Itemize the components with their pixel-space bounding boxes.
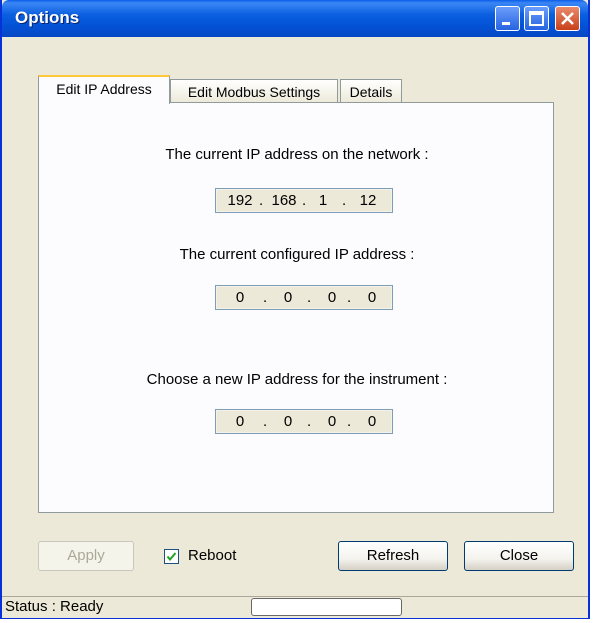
ip-dot: .	[263, 413, 268, 430]
ip-dot: .	[342, 192, 347, 209]
close-icon	[561, 12, 574, 25]
ip-octet: 0	[367, 289, 377, 306]
configured-ip-label: The current configured IP address :	[179, 246, 415, 263]
ip-octet-input[interactable]: 0	[316, 410, 348, 433]
close-window-button[interactable]	[555, 6, 580, 31]
minimize-button[interactable]	[495, 6, 520, 31]
ip-octet: 168	[271, 192, 297, 209]
tab-details[interactable]: Details	[340, 79, 402, 103]
tab-edit-ip-address[interactable]: Edit IP Address	[38, 75, 170, 104]
current-ip-field: 192 . 168 . 1 . 12	[215, 188, 393, 213]
close-button[interactable]: Close	[464, 541, 574, 571]
ip-octet-input[interactable]: 0	[224, 410, 256, 433]
ip-octet: 192	[227, 192, 253, 209]
ip-dot: .	[263, 289, 268, 306]
ip-octet: 0	[327, 289, 337, 306]
minimize-icon	[502, 22, 510, 25]
ip-address-panel: The current IP address on the network : …	[38, 102, 554, 513]
ip-dot: .	[259, 192, 264, 209]
ip-octet: 0	[283, 289, 293, 306]
ip-dot: .	[347, 289, 352, 306]
ip-dot: .	[307, 413, 312, 430]
reboot-label[interactable]: Reboot	[188, 547, 236, 564]
progress-bar	[251, 598, 402, 616]
checkmark-icon	[166, 552, 177, 562]
tab-edit-modbus-settings[interactable]: Edit Modbus Settings	[170, 79, 338, 103]
ip-dot: .	[302, 192, 307, 209]
window-title: Options	[15, 8, 80, 27]
options-window: Options Edit IP Address Edit Modbus Sett…	[0, 0, 590, 619]
configured-ip-field: 0 . 0 . 0 . 0	[215, 285, 393, 310]
ip-octet: 1	[318, 192, 328, 209]
reboot-checkbox[interactable]	[164, 549, 179, 564]
ip-dot: .	[307, 289, 312, 306]
status-text: Status : Ready	[5, 598, 104, 615]
ip-octet: 12	[359, 192, 377, 209]
new-ip-field[interactable]: 0 . 0 . 0 . 0	[215, 409, 393, 434]
ip-octet-input[interactable]: 0	[272, 410, 304, 433]
maximize-icon	[529, 11, 544, 26]
title-bar[interactable]: Options	[2, 0, 588, 37]
ip-octet: 0	[235, 289, 245, 306]
new-ip-label: Choose a new IP address for the instrume…	[146, 371, 448, 388]
ip-octet-input[interactable]: 0	[356, 410, 388, 433]
status-bar: Status : Ready	[2, 596, 588, 618]
apply-button[interactable]: Apply	[38, 541, 134, 571]
current-ip-label: The current IP address on the network :	[165, 146, 429, 163]
refresh-button[interactable]: Refresh	[338, 541, 448, 571]
ip-dot: .	[347, 413, 352, 430]
maximize-button[interactable]	[524, 6, 549, 31]
